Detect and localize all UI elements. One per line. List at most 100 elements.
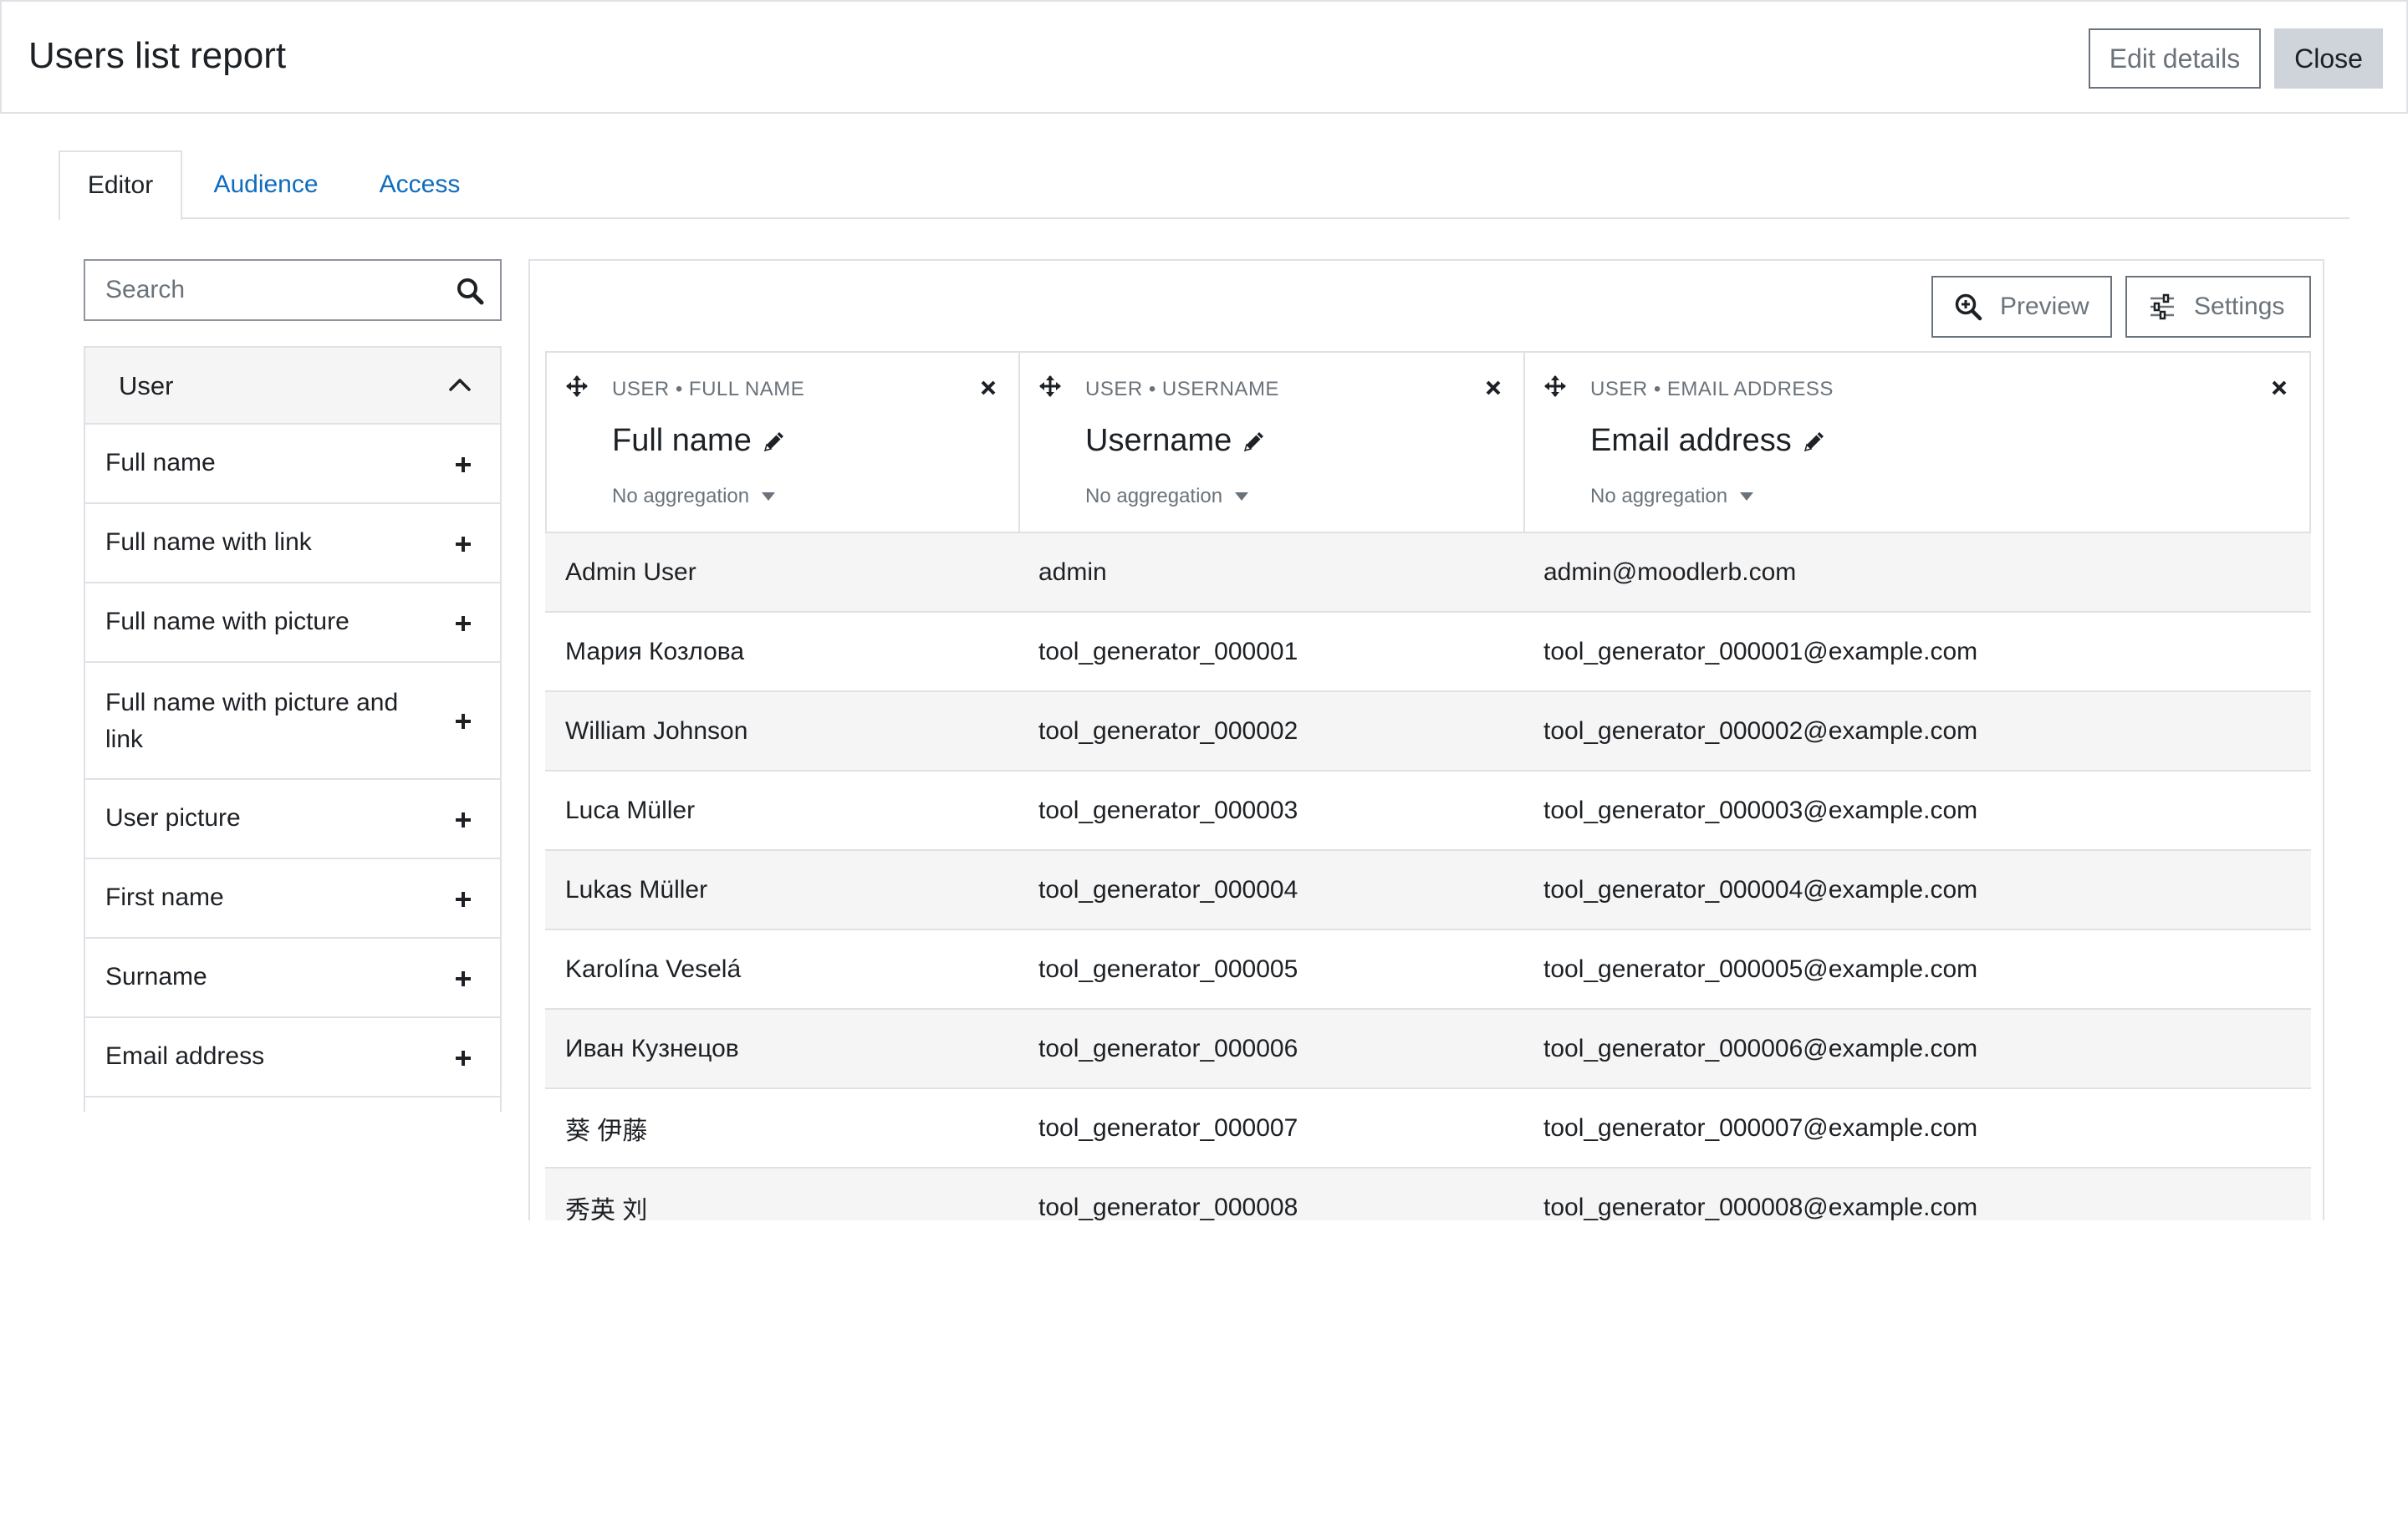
zoom-in-icon <box>1955 293 1982 321</box>
plus-icon[interactable] <box>455 812 472 828</box>
sidebar-item-user-picture[interactable]: User picture <box>85 780 500 859</box>
tab-audience[interactable]: Audience <box>199 150 333 219</box>
plus-icon[interactable] <box>455 891 472 908</box>
cell-full-name: 秀英 刘 <box>565 1196 648 1221</box>
report-tabs: Editor Audience Access <box>59 150 2349 221</box>
search-box <box>84 259 502 321</box>
pencil-icon[interactable] <box>1242 429 1267 454</box>
table-row: Luca Müller tool_generator_000003 tool_g… <box>545 772 2311 851</box>
cell-full-name: Admin User <box>565 558 696 586</box>
table-row: Иван Кузнецов tool_generator_000006 tool… <box>545 1010 2311 1089</box>
cell-username: admin <box>1038 558 1107 586</box>
aggregation-select[interactable]: No aggregation <box>1590 485 1754 508</box>
plus-icon[interactable] <box>455 615 472 632</box>
close-icon[interactable] <box>1485 379 1502 396</box>
search-icon[interactable] <box>455 276 485 306</box>
caret-down-icon <box>762 492 776 501</box>
search-input[interactable] <box>85 261 453 319</box>
plus-icon[interactable] <box>455 456 472 473</box>
plus-icon[interactable] <box>455 970 472 987</box>
aggregation-value: No aggregation <box>612 485 750 507</box>
sidebar-item-label: Full name with picture <box>105 608 349 635</box>
column-header-email-address: USER • EMAIL ADDRESS Email address No ag… <box>1523 351 2311 533</box>
sliders-icon <box>2150 293 2174 320</box>
table-row: 秀英 刘 tool_generator_000008 tool_generato… <box>545 1169 2311 1220</box>
cell-username: tool_generator_000001 <box>1038 637 1298 665</box>
report-editor-panel: Preview Settings USER • FULL NAME Full n… <box>528 259 2324 1220</box>
column-source-label: USER • FULL NAME <box>612 378 805 400</box>
column-header-full-name: USER • FULL NAME Full name No aggregatio… <box>545 351 1020 533</box>
sidebar-item-full-name-with-link[interactable]: Full name with link <box>85 504 500 583</box>
edit-details-button[interactable]: Edit details <box>2089 28 2261 89</box>
sidebar-item-label: User picture <box>105 804 241 832</box>
cell-username: tool_generator_000007 <box>1038 1113 1298 1142</box>
cell-full-name: 葵 伊藤 <box>565 1117 648 1145</box>
sidebar-item-label: Full name with link <box>105 528 312 556</box>
page-title: Users list report <box>28 35 287 76</box>
column-title-text: Username <box>1085 423 1232 458</box>
settings-button[interactable]: Settings <box>2125 276 2311 338</box>
table-row: Lukas Müller tool_generator_000004 tool_… <box>545 851 2311 930</box>
column-source-label: USER • USERNAME <box>1085 378 1279 400</box>
move-icon[interactable] <box>1038 374 1062 398</box>
tab-editor[interactable]: Editor <box>59 150 182 221</box>
aggregation-value: No aggregation <box>1590 485 1728 507</box>
close-icon[interactable] <box>2271 379 2288 396</box>
column-source-label: USER • EMAIL ADDRESS <box>1590 378 1834 400</box>
sidebar-item-label: Full name <box>105 449 216 476</box>
pencil-icon[interactable] <box>762 429 787 454</box>
column-header-username: USER • USERNAME Username No aggregation <box>1018 351 1525 533</box>
preview-button[interactable]: Preview <box>1931 276 2112 338</box>
cell-email: tool_generator_000008@example.com <box>1543 1193 1978 1221</box>
move-icon[interactable] <box>565 374 589 398</box>
pencil-icon[interactable] <box>1802 429 1827 454</box>
plus-icon[interactable] <box>455 536 472 553</box>
sidebar-item-full-name-with-picture[interactable]: Full name with picture <box>85 583 500 663</box>
sidebar-item-label: First name <box>105 884 224 911</box>
sidebar-item-full-name[interactable]: Full name <box>85 425 500 504</box>
cell-email: tool_generator_000007@example.com <box>1543 1113 1978 1142</box>
close-button[interactable]: Close <box>2274 28 2383 89</box>
tab-access[interactable]: Access <box>361 150 478 219</box>
sidebar-item-first-name[interactable]: First name <box>85 859 500 939</box>
cell-email: tool_generator_000001@example.com <box>1543 637 1978 665</box>
aggregation-select[interactable]: No aggregation <box>1085 485 1249 508</box>
table-row: Karolína Veselá tool_generator_000005 to… <box>545 930 2311 1010</box>
sidebar-item-full-name-with-picture-and-link[interactable]: Full name with picture and link <box>85 663 500 780</box>
column-title-text: Full name <box>612 423 752 458</box>
cell-username: tool_generator_000003 <box>1038 796 1298 824</box>
table-row: 葵 伊藤 tool_generator_000007 tool_generato… <box>545 1089 2311 1169</box>
settings-label: Settings <box>2194 293 2285 320</box>
report-header: Users list report Edit details Close <box>0 0 2408 114</box>
aggregation-select[interactable]: No aggregation <box>612 485 776 508</box>
cell-username: tool_generator_000005 <box>1038 955 1298 983</box>
column-title-text: Email address <box>1590 423 1792 458</box>
close-icon[interactable] <box>980 379 997 396</box>
chevron-up-icon[interactable] <box>448 376 472 393</box>
cell-username: tool_generator_000008 <box>1038 1193 1298 1221</box>
table-row: William Johnson tool_generator_000002 to… <box>545 692 2311 772</box>
cell-full-name: Мария Козлова <box>565 637 745 665</box>
cell-username: tool_generator_000002 <box>1038 716 1298 745</box>
cell-full-name: Karolína Veselá <box>565 955 742 983</box>
cell-username: tool_generator_000006 <box>1038 1034 1298 1062</box>
caret-down-icon <box>1740 492 1754 501</box>
sidebar-item-label: Surname <box>105 963 207 991</box>
move-icon[interactable] <box>1543 374 1567 398</box>
cell-email: admin@moodlerb.com <box>1543 558 1797 586</box>
column-title: Full name <box>612 423 787 459</box>
cell-full-name: Иван Кузнецов <box>565 1034 739 1062</box>
cell-full-name: Luca Müller <box>565 796 696 824</box>
cell-email: tool_generator_000005@example.com <box>1543 955 1978 983</box>
sidebar-group-user[interactable]: User <box>85 346 500 425</box>
plus-icon[interactable] <box>455 1050 472 1067</box>
aggregation-value: No aggregation <box>1085 485 1223 507</box>
sidebar-item-email-address[interactable]: Email address <box>85 1018 500 1097</box>
cell-email: tool_generator_000003@example.com <box>1543 796 1978 824</box>
preview-label: Preview <box>2000 293 2089 320</box>
column-sidebar: User Full name Full name with link Full … <box>84 346 502 1112</box>
plus-icon[interactable] <box>455 713 472 730</box>
column-title: Username <box>1085 423 1267 459</box>
sidebar-item-surname[interactable]: Surname <box>85 939 500 1018</box>
table-row: Admin User admin admin@moodlerb.com <box>545 533 2311 613</box>
